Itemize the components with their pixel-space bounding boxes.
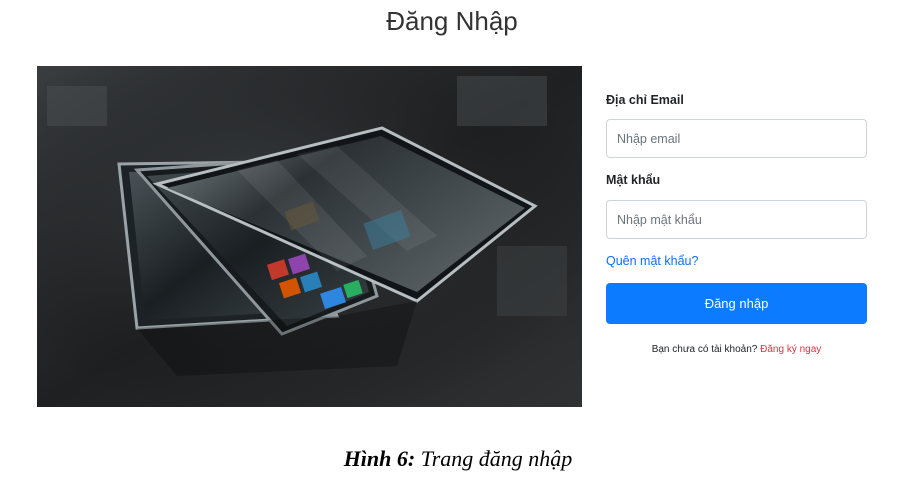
signup-link[interactable]: Đăng ký ngay xyxy=(760,344,821,355)
email-input[interactable] xyxy=(606,119,867,158)
tablets-photo-icon xyxy=(37,66,582,407)
forgot-password-link[interactable]: Quên mật khẩu? xyxy=(606,254,698,268)
caption-label: Hình 6: xyxy=(343,446,416,471)
password-input[interactable] xyxy=(606,200,867,239)
login-page: Đăng Nhập Địa chỉ Email Nhập email Mật k… xyxy=(0,0,920,483)
page-title: Đăng Nhập xyxy=(386,6,518,36)
login-button[interactable]: Đăng nhập xyxy=(606,283,867,324)
email-label: Địa chỉ Email xyxy=(606,93,684,107)
hero-image xyxy=(37,66,582,407)
signup-prompt-text: Bạn chưa có tài khoản? xyxy=(651,344,758,355)
figure-caption: Hình 6: Trang đăng nhập xyxy=(0,446,916,472)
caption-text: Trang đăng nhập xyxy=(420,446,573,471)
password-label: Mật khẩu xyxy=(606,173,661,187)
signup-prompt: Bạn chưa có tài khoản? Đăng ký ngay xyxy=(606,344,867,355)
